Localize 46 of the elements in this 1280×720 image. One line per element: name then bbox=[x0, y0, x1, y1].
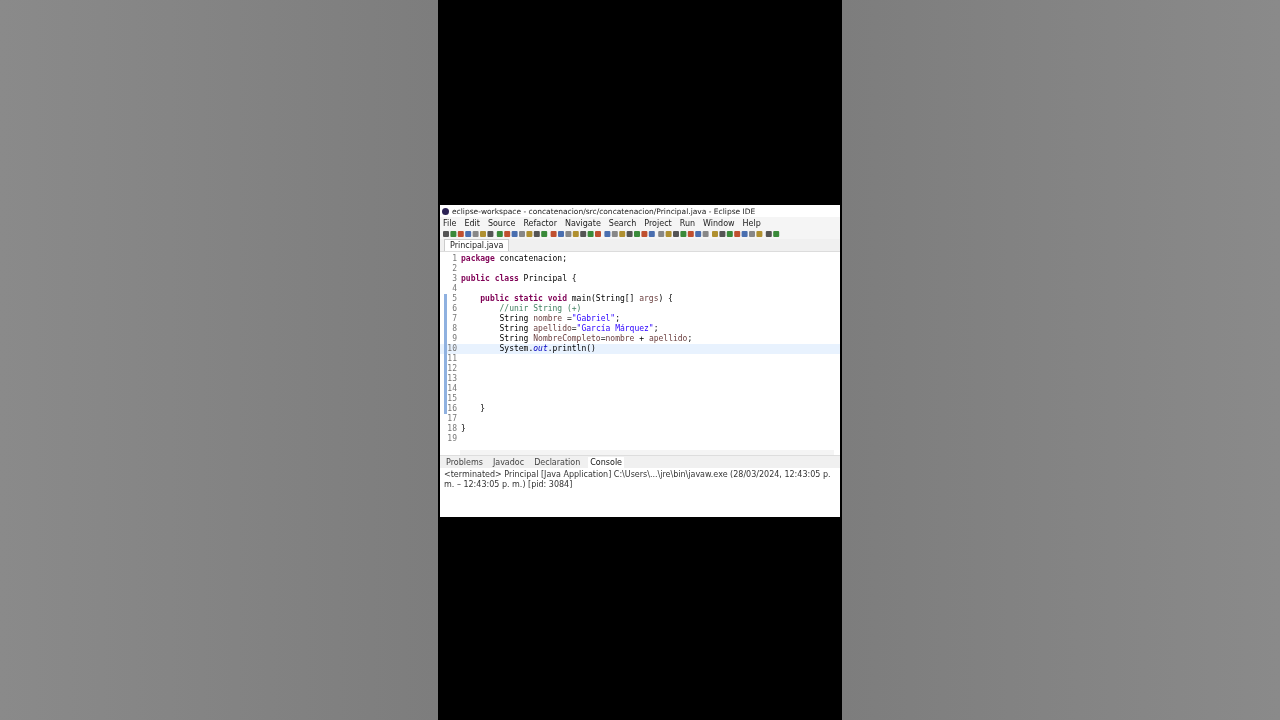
view-tab[interactable]: Javadoc bbox=[490, 456, 527, 468]
line-number: 17 bbox=[447, 414, 458, 424]
view-tab[interactable]: Declaration bbox=[532, 456, 583, 468]
menu-item[interactable]: Refactor bbox=[523, 217, 557, 229]
line-number: 9 bbox=[452, 334, 458, 344]
line-number: 1 bbox=[452, 254, 458, 264]
line-number: 4 bbox=[452, 284, 458, 294]
menu-item[interactable]: Project bbox=[644, 217, 672, 229]
menu-item[interactable]: Help bbox=[742, 217, 761, 229]
line-number: 18 bbox=[447, 424, 458, 434]
code-line: String apellido="García Márquez"; bbox=[498, 324, 659, 334]
code-line: String nombre ="Gabriel"; bbox=[498, 314, 620, 324]
code-line: package concatenacion; bbox=[460, 254, 567, 264]
menu-item[interactable]: Source bbox=[487, 217, 516, 229]
view-tab[interactable]: Problems bbox=[444, 456, 485, 468]
line-number: 6 bbox=[452, 304, 458, 314]
code-line: } bbox=[460, 424, 466, 434]
line-number: 5 bbox=[452, 294, 458, 304]
code-line: System.out.println() bbox=[498, 344, 596, 354]
line-number: 7 bbox=[452, 314, 458, 324]
menu-item[interactable]: File bbox=[443, 217, 457, 229]
line-number: 15 bbox=[447, 394, 458, 404]
menu-item[interactable]: Edit bbox=[464, 217, 480, 229]
menu-item[interactable]: Run bbox=[679, 217, 696, 229]
code-line: public class Principal { bbox=[460, 274, 577, 284]
code-line: String NombreCompleto=nombre + apellido; bbox=[498, 334, 693, 344]
line-number: 16 bbox=[447, 404, 458, 414]
view-tab[interactable]: Console bbox=[588, 456, 625, 468]
code-line: //unir String (+) bbox=[498, 304, 582, 314]
editor-tab[interactable]: Principal.java bbox=[444, 239, 510, 251]
line-number: 13 bbox=[447, 374, 458, 384]
line-number: 12 bbox=[447, 364, 458, 374]
menu-item[interactable]: Window bbox=[703, 217, 735, 229]
menu-item[interactable]: Search bbox=[608, 217, 637, 229]
code-line: } bbox=[479, 404, 486, 414]
line-number: 10 bbox=[447, 344, 458, 354]
console-status: <terminated> Principal [Java Application] C:\Users\...\jre\bin\javaw.exe (28/03/2024, 12:43:05 p. m. – 12:43:05 p. m.) [pid: 3084] bbox=[444, 470, 832, 490]
line-number: 14 bbox=[447, 384, 458, 394]
menu-item[interactable]: Navigate bbox=[564, 217, 601, 229]
line-number: 3 bbox=[452, 274, 458, 284]
app-icon bbox=[442, 207, 449, 215]
line-number: 11 bbox=[447, 354, 458, 364]
code-line: public static void main(String[] args) { bbox=[479, 294, 673, 304]
line-number: 19 bbox=[447, 434, 458, 444]
line-number: 8 bbox=[452, 324, 458, 334]
line-number: 2 bbox=[452, 264, 458, 274]
